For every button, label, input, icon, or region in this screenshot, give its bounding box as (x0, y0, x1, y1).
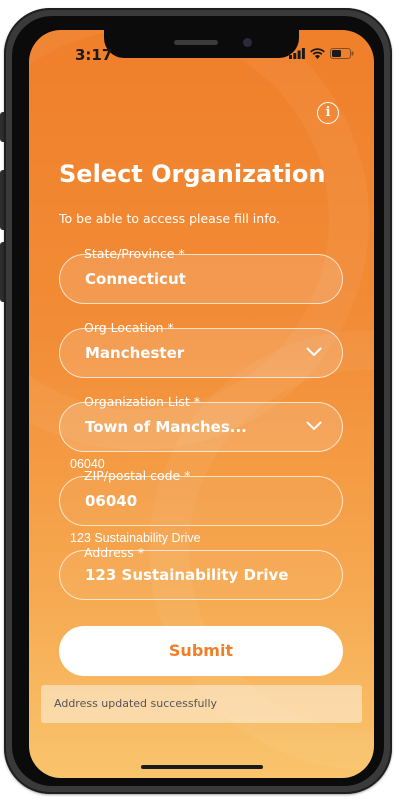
app-screen: 3:17 i Select Organization To be able to… (29, 30, 374, 778)
state-field-label: State/Province * (84, 246, 185, 261)
wifi-icon (310, 48, 325, 59)
address-field-value: 123 Sustainability Drive (85, 566, 289, 584)
speaker (174, 40, 218, 45)
home-indicator[interactable] (141, 765, 263, 769)
zip-field-label: ZIP/postal code * (84, 468, 191, 483)
address-field[interactable]: Address * 123 Sustainability Drive (59, 545, 343, 600)
address-hint-text: 123 Sustainability Drive (70, 531, 201, 545)
state-field-value: Connecticut (85, 270, 186, 288)
organization-list-value: Town of Manches... (85, 418, 247, 436)
notch (104, 30, 299, 58)
organization-list-select[interactable]: Organization List * Town of Manches... (59, 394, 343, 452)
zip-field[interactable]: ZIP/postal code * 06040 (59, 468, 343, 526)
submit-button[interactable]: Submit (59, 626, 343, 676)
org-location-label: Org Location * (84, 320, 174, 335)
chevron-down-icon (306, 347, 322, 356)
organization-list-label: Organization List * (84, 394, 200, 409)
page-title: Select Organization (59, 160, 326, 188)
chevron-down-icon (306, 421, 322, 430)
status-time: 3:17 (75, 46, 113, 64)
phone-device: 3:17 i Select Organization To be able to… (0, 0, 396, 799)
battery-icon (330, 48, 354, 59)
status-icons (289, 48, 354, 59)
org-location-value: Manchester (85, 344, 185, 362)
page-subtitle: To be able to access please fill info. (59, 211, 281, 226)
address-field-label: Address * (84, 545, 145, 560)
zip-field-value: 06040 (85, 492, 138, 510)
toast-message: Address updated successfully (41, 685, 362, 723)
camera (243, 38, 252, 47)
state-field[interactable]: State/Province * Connecticut (59, 246, 343, 304)
signal-icon (289, 48, 305, 59)
info-icon[interactable]: i (317, 102, 339, 124)
org-location-select[interactable]: Org Location * Manchester (59, 320, 343, 378)
